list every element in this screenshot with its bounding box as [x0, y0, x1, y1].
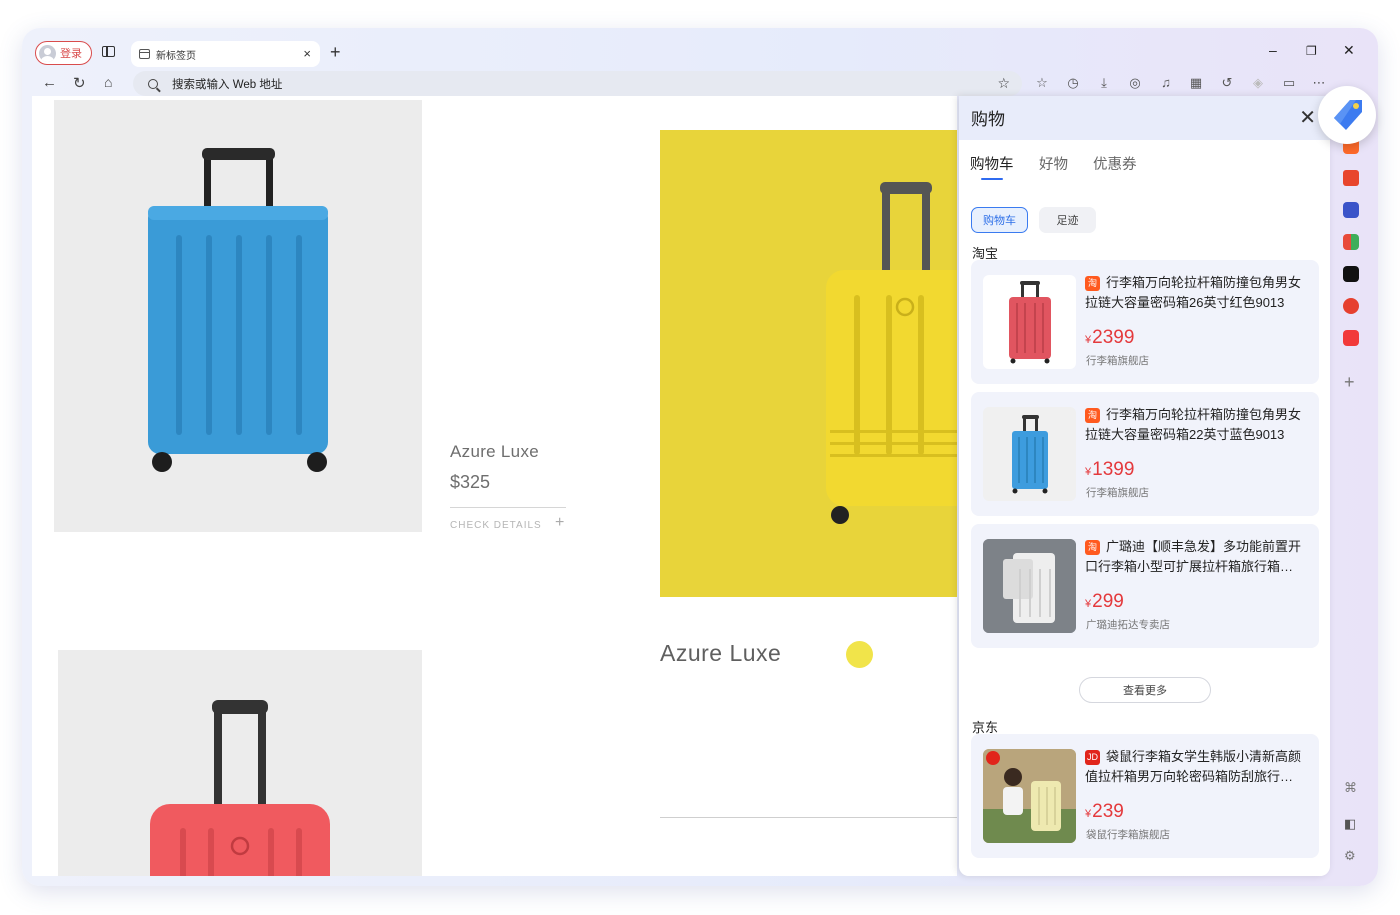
panel-title: 购物	[971, 110, 1005, 129]
tab-coupons[interactable]: 优惠券	[1093, 153, 1137, 174]
screenshot-icon[interactable]: ◎	[1127, 75, 1143, 91]
sidebar-toggle-icon[interactable]	[102, 46, 115, 57]
cart-item[interactable]: 淘广璐迪【顺丰急发】多功能前置开口行李箱小型可扩展拉杆箱旅行箱… ¥299 广璐…	[971, 524, 1319, 648]
view-more-button[interactable]: 查看更多	[1079, 677, 1211, 703]
item-shop[interactable]: 袋鼠行李箱旗舰店	[1086, 827, 1170, 842]
tab-title: 新标签页	[156, 50, 196, 62]
item-price: ¥2399	[1085, 327, 1135, 348]
blue-suitcase-image	[148, 148, 328, 472]
toolbox-icon[interactable]	[1343, 170, 1359, 186]
tab-indicator	[981, 178, 1003, 180]
product-price: $325	[450, 472, 491, 492]
featured-product-name[interactable]: Azure Luxe	[660, 640, 781, 667]
product-name[interactable]: Azure Luxe	[450, 442, 539, 462]
taobao-badge-icon: 淘	[1085, 408, 1100, 423]
address-placeholder: 搜索或输入 Web 地址	[172, 78, 283, 91]
panel-close-button[interactable]: ✕	[1299, 105, 1316, 130]
settings-gear-icon[interactable]: ⚙	[1344, 848, 1356, 864]
chip-cart[interactable]: 购物车	[971, 207, 1028, 233]
address-bar[interactable]: 搜索或输入 Web 地址 ☆	[133, 71, 1022, 96]
shopping-panel: 购物 ✕ 购物车 好物 优惠券 购物车 足迹 淘宝 淘 行李箱万向轮拉杆箱防撞包…	[959, 96, 1330, 876]
translate-icon[interactable]: ◈	[1250, 75, 1266, 91]
price-tag-icon	[1334, 100, 1362, 130]
search-icon	[148, 78, 158, 89]
page-icon	[139, 49, 150, 59]
game-icon[interactable]	[1343, 202, 1359, 218]
item-thumbnail[interactable]	[983, 539, 1076, 633]
check-details-link[interactable]: CHECK DETAILS	[450, 520, 542, 531]
item-price: ¥1399	[1085, 459, 1135, 480]
white-suitcase-thumb	[983, 539, 1076, 633]
product-image-red[interactable]	[58, 650, 422, 876]
browser-window: 登录 新标签页 × + – ❐ ✕ ← ↻ ⌂ 搜索或输入 Web 地址 ☆ ☆…	[22, 28, 1378, 886]
tab-goods[interactable]: 好物	[1039, 153, 1068, 174]
history-icon[interactable]: ◷	[1065, 75, 1081, 91]
login-label: 登录	[60, 48, 82, 60]
tab-new[interactable]: 新标签页 ×	[131, 41, 320, 67]
jd-badge-icon: JD	[1085, 750, 1100, 765]
item-thumbnail[interactable]	[983, 749, 1076, 843]
item-thumbnail[interactable]	[983, 407, 1076, 501]
item-title[interactable]: 淘行李箱万向轮拉杆箱防撞包角男女拉链大容量密码箱26英寸红色9013	[1085, 273, 1313, 313]
blue-suitcase-thumb	[1012, 415, 1048, 494]
tiktok-icon[interactable]	[1343, 266, 1359, 282]
item-title[interactable]: JD 袋鼠行李箱女学生韩版小清新高颜值拉杆箱男万向轮密码箱防刮旅行…	[1085, 747, 1313, 787]
item-thumbnail[interactable]	[983, 275, 1076, 369]
apps-icon[interactable]: ▦	[1188, 75, 1204, 91]
red-suitcase-image	[150, 700, 330, 876]
undo-icon[interactable]: ↺	[1219, 75, 1235, 91]
apps-grid-icon[interactable]	[1343, 234, 1359, 250]
divider	[450, 507, 566, 508]
home-icon[interactable]: ⌂	[104, 74, 112, 90]
taobao-badge-icon: 淘	[1085, 276, 1100, 291]
featured-image-yellow[interactable]	[660, 130, 957, 597]
web-page: Azure Luxe $325 CHECK DETAILS + Azure Lu…	[32, 96, 957, 876]
close-window-button[interactable]: ✕	[1343, 42, 1355, 59]
bookmark-star-icon[interactable]: ☆	[997, 75, 1010, 92]
item-title[interactable]: 淘行李箱万向轮拉杆箱防撞包角男女拉链大容量密码箱22英寸蓝色9013	[1085, 405, 1313, 445]
cart-item[interactable]: 淘行李箱万向轮拉杆箱防撞包角男女拉链大容量密码箱22英寸蓝色9013 ¥1399…	[971, 392, 1319, 516]
minimize-button[interactable]: –	[1269, 42, 1277, 58]
cart-item[interactable]: JD 袋鼠行李箱女学生韩版小清新高颜值拉杆箱男万向轮密码箱防刮旅行… ¥239 袋…	[971, 734, 1319, 858]
panel-body: 购物车 好物 优惠券 购物车 足迹 淘宝 淘 行李箱万向轮拉杆箱防撞包角男女拉链…	[959, 140, 1330, 876]
tab-cart[interactable]: 购物车	[970, 153, 1014, 174]
restore-button[interactable]: ❐	[1306, 44, 1317, 58]
tab-bar: 登录 新标签页 × + – ❐ ✕	[22, 28, 1378, 68]
wallet-icon[interactable]: ▭	[1281, 75, 1297, 91]
new-tab-button[interactable]: +	[330, 42, 341, 63]
taobao-badge-icon: 淘	[1085, 540, 1100, 555]
add-app-icon[interactable]: +	[1344, 372, 1355, 393]
favorites-icon[interactable]: ☆	[1034, 75, 1050, 91]
product-image-blue[interactable]	[54, 100, 422, 532]
refresh-icon[interactable]: ↻	[73, 74, 86, 92]
red-suitcase-thumb	[1009, 281, 1051, 364]
login-button[interactable]: 登录	[35, 41, 92, 65]
item-shop[interactable]: 行李箱旗舰店	[1086, 485, 1149, 500]
cart-item[interactable]: 淘行李箱万向轮拉杆箱防撞包角男女拉链大容量密码箱26英寸红色9013 ¥2399…	[971, 260, 1319, 384]
bell-icon[interactable]: ♫	[1158, 75, 1174, 90]
shopping-app-icon[interactable]	[1343, 330, 1359, 346]
yellow-suitcase-image	[826, 182, 957, 524]
shopping-tag-button[interactable]	[1318, 86, 1376, 144]
download-icon[interactable]: ⤓	[1096, 75, 1112, 91]
item-shop[interactable]: 行李箱旗舰店	[1086, 353, 1149, 368]
feedback-icon[interactable]: ⌘	[1344, 780, 1357, 796]
color-swatch-yellow[interactable]	[846, 641, 873, 668]
divider	[660, 817, 957, 818]
jd-suitcase-thumb	[983, 749, 1076, 843]
item-price: ¥239	[1085, 801, 1124, 822]
weibo-icon[interactable]	[1343, 298, 1359, 314]
plus-icon[interactable]: +	[555, 514, 564, 532]
back-icon[interactable]: ←	[42, 74, 57, 91]
chip-history[interactable]: 足迹	[1039, 207, 1096, 233]
panel-header: 购物 ✕	[959, 96, 1330, 140]
item-shop[interactable]: 广璐迪拓达专卖店	[1086, 617, 1170, 632]
item-title[interactable]: 淘广璐迪【顺丰急发】多功能前置开口行李箱小型可扩展拉杆箱旅行箱…	[1085, 537, 1313, 577]
item-price: ¥299	[1085, 591, 1124, 612]
avatar-icon	[39, 44, 56, 62]
tab-close-button[interactable]: ×	[303, 46, 311, 61]
split-view-icon[interactable]: ◧	[1344, 816, 1356, 832]
